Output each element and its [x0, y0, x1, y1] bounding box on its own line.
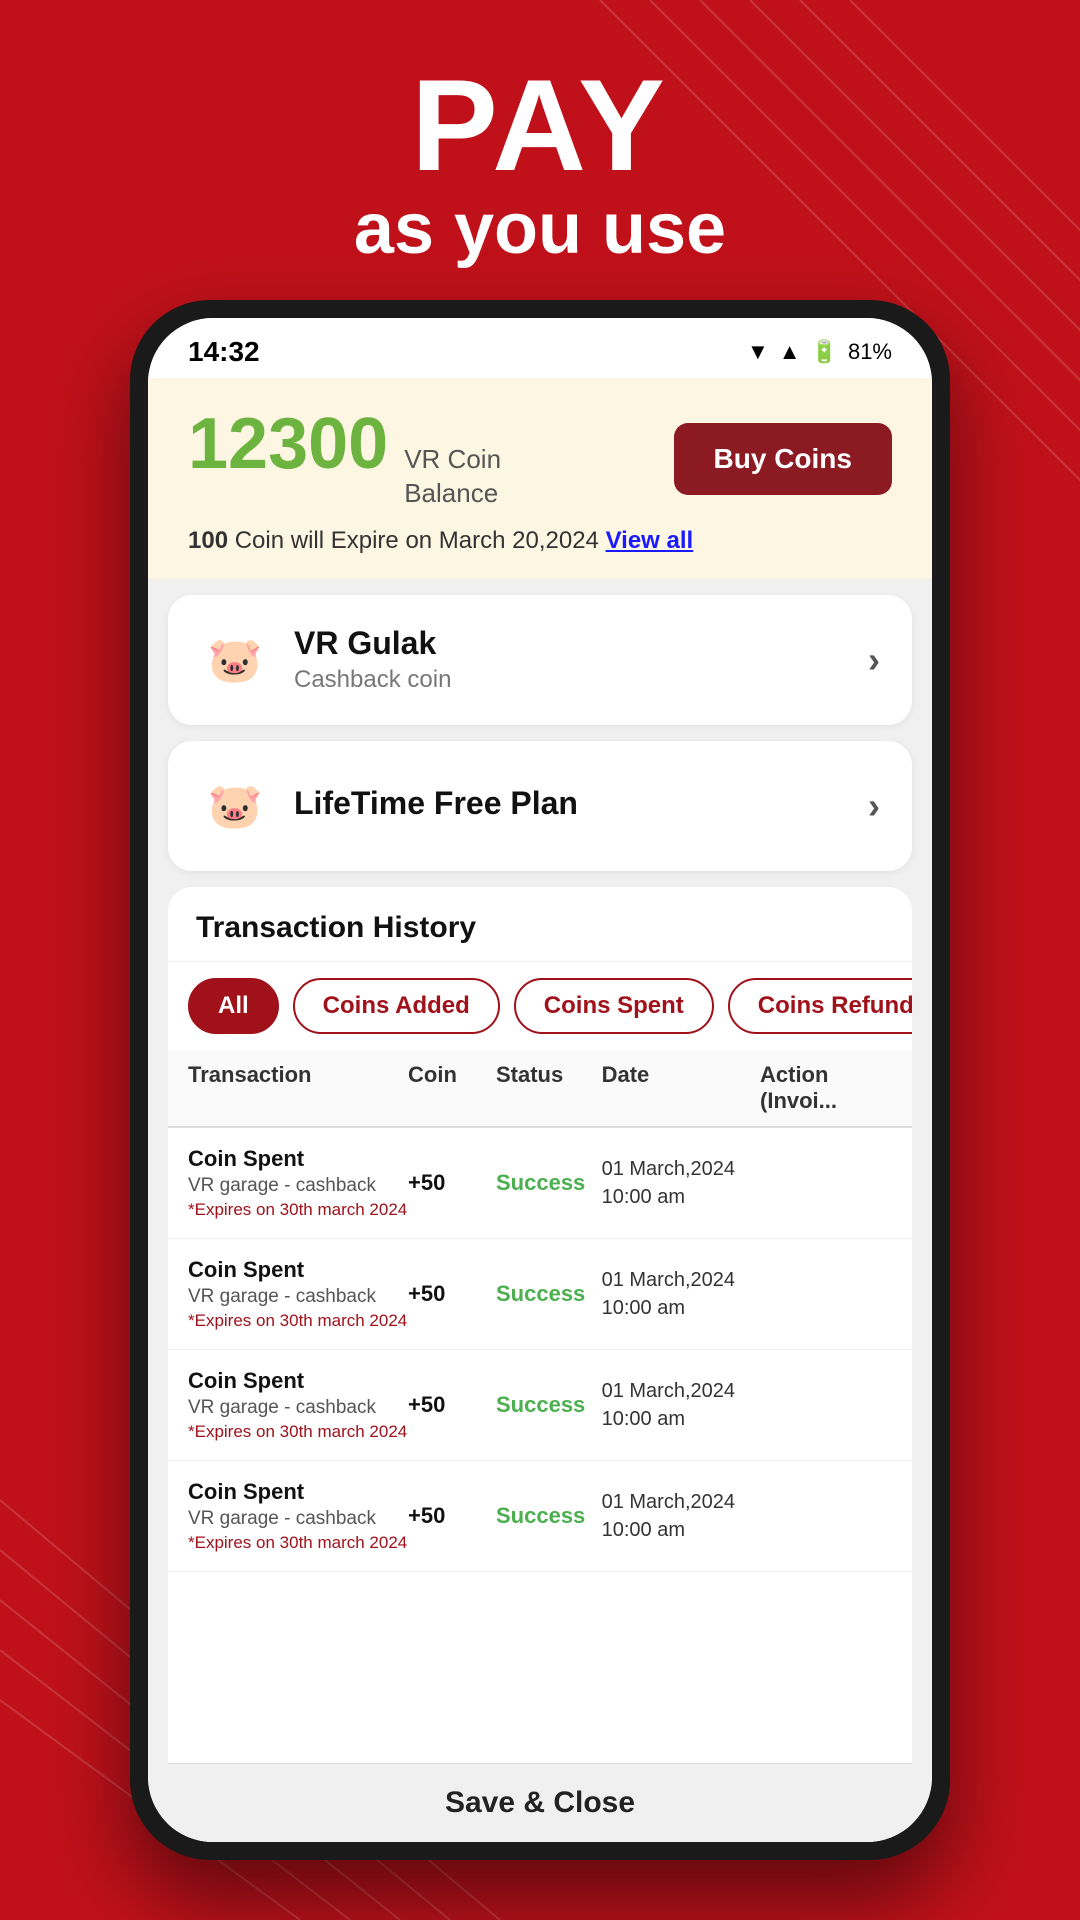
- filter-tab-coins-added[interactable]: Coins Added: [293, 978, 500, 1034]
- filter-tabs: All Coins Added Coins Spent Coins Refund…: [168, 962, 912, 1050]
- expire-amount: 100: [188, 527, 228, 554]
- date-cell-4: 01 March,202410:00 am: [602, 1488, 760, 1544]
- gulak-title: VR Gulak: [294, 625, 451, 662]
- transaction-cell-4: Coin Spent VR garage - cashback *Expires…: [188, 1479, 408, 1553]
- free-plan-title: LifeTime Free Plan: [294, 785, 578, 822]
- filter-tab-coins-spent[interactable]: Coins Spent: [514, 978, 714, 1034]
- free-plan-text: LifeTime Free Plan: [294, 785, 578, 826]
- table-row: Coin Spent VR garage - cashback *Expires…: [168, 1461, 912, 1572]
- table-row: Coin Spent VR garage - cashback *Expires…: [168, 1239, 912, 1350]
- header-date: Date: [602, 1062, 760, 1114]
- header-status: Status: [496, 1062, 602, 1114]
- gulak-text: VR Gulak Cashback coin: [294, 625, 451, 694]
- status-cell-3: Success: [496, 1392, 602, 1418]
- coin-expire-row: 100 Coin will Expire on March 20,2024 Vi…: [188, 527, 892, 555]
- status-time: 14:32: [188, 336, 260, 368]
- coin-cell-1: +50: [408, 1170, 496, 1196]
- table-rows: Coin Spent VR garage - cashback *Expires…: [168, 1128, 912, 1763]
- hero-subtitle: as you use: [0, 190, 1080, 269]
- status-icons: ▼ ▲ 🔋 81%: [747, 339, 892, 365]
- free-plan-chevron-icon: ›: [868, 785, 880, 827]
- coin-balance-row: 12300 VR Coin Balance Buy Coins: [188, 408, 892, 511]
- transaction-cell-2: Coin Spent VR garage - cashback *Expires…: [188, 1257, 408, 1331]
- table-row: Coin Spent VR garage - cashback *Expires…: [168, 1350, 912, 1461]
- status-cell-1: Success: [496, 1170, 602, 1196]
- gulak-chevron-icon: ›: [868, 639, 880, 681]
- wifi-icon: ▼: [747, 339, 769, 365]
- coin-balance-number: 12300: [188, 408, 388, 480]
- header-action: Action(Invoi...: [760, 1062, 892, 1114]
- transaction-title: Transaction History: [168, 887, 912, 962]
- coin-cell-3: +50: [408, 1392, 496, 1418]
- view-all-link[interactable]: View all: [606, 527, 694, 554]
- coin-cell-4: +50: [408, 1503, 496, 1529]
- status-cell-4: Success: [496, 1503, 602, 1529]
- battery-percent: 81%: [848, 339, 892, 365]
- free-plan-icon: 🐷: [200, 771, 270, 841]
- date-cell-3: 01 March,202410:00 am: [602, 1377, 760, 1433]
- coin-balance-left: 12300 VR Coin Balance: [188, 408, 501, 511]
- phone-mockup: 14:32 ▼ ▲ 🔋 81% 12300 VR Coin Balance Bu…: [130, 300, 950, 1860]
- free-plan-card-left: 🐷 LifeTime Free Plan: [200, 771, 578, 841]
- hero-section: PAY as you use: [0, 60, 1080, 269]
- vr-gulak-card[interactable]: 🐷 VR Gulak Cashback coin ›: [168, 595, 912, 725]
- status-bar: 14:32 ▼ ▲ 🔋 81%: [148, 318, 932, 378]
- transaction-cell-3: Coin Spent VR garage - cashback *Expires…: [188, 1368, 408, 1442]
- phone-screen: 14:32 ▼ ▲ 🔋 81% 12300 VR Coin Balance Bu…: [148, 318, 932, 1842]
- transaction-section: Transaction History All Coins Added Coin…: [168, 887, 912, 1842]
- header-coin: Coin: [408, 1062, 496, 1114]
- status-cell-2: Success: [496, 1281, 602, 1307]
- gulak-card-left: 🐷 VR Gulak Cashback coin: [200, 625, 451, 695]
- save-close-button[interactable]: Save & Close: [445, 1786, 635, 1820]
- gulak-icon: 🐷: [200, 625, 270, 695]
- signal-icon: ▲: [779, 339, 801, 365]
- coin-cell-2: +50: [408, 1281, 496, 1307]
- free-plan-card[interactable]: 🐷 LifeTime Free Plan ›: [168, 741, 912, 871]
- table-header: Transaction Coin Status Date Action(Invo…: [168, 1050, 912, 1128]
- date-cell-2: 01 March,202410:00 am: [602, 1266, 760, 1322]
- date-cell-1: 01 March,202410:00 am: [602, 1155, 760, 1211]
- table-row: Coin Spent VR garage - cashback *Expires…: [168, 1128, 912, 1239]
- gulak-subtitle: Cashback coin: [294, 666, 451, 694]
- hero-pay-text: PAY: [0, 60, 1080, 190]
- filter-tab-coins-refunded[interactable]: Coins Refunded: [728, 978, 912, 1034]
- coin-balance-label: VR Coin Balance: [404, 443, 501, 511]
- buy-coins-button[interactable]: Buy Coins: [674, 423, 892, 495]
- battery-icon: 🔋: [811, 339, 838, 365]
- coin-balance-section: 12300 VR Coin Balance Buy Coins 100 Coin…: [148, 378, 932, 579]
- filter-tab-all[interactable]: All: [188, 978, 279, 1034]
- save-close-bar: Save & Close: [168, 1763, 912, 1842]
- transaction-cell-1: Coin Spent VR garage - cashback *Expires…: [188, 1146, 408, 1220]
- header-transaction: Transaction: [188, 1062, 408, 1114]
- expire-text: Coin will Expire on March 20,2024: [235, 527, 606, 554]
- content-area: 🐷 VR Gulak Cashback coin › 🐷 LifeTime Fr…: [148, 579, 932, 1842]
